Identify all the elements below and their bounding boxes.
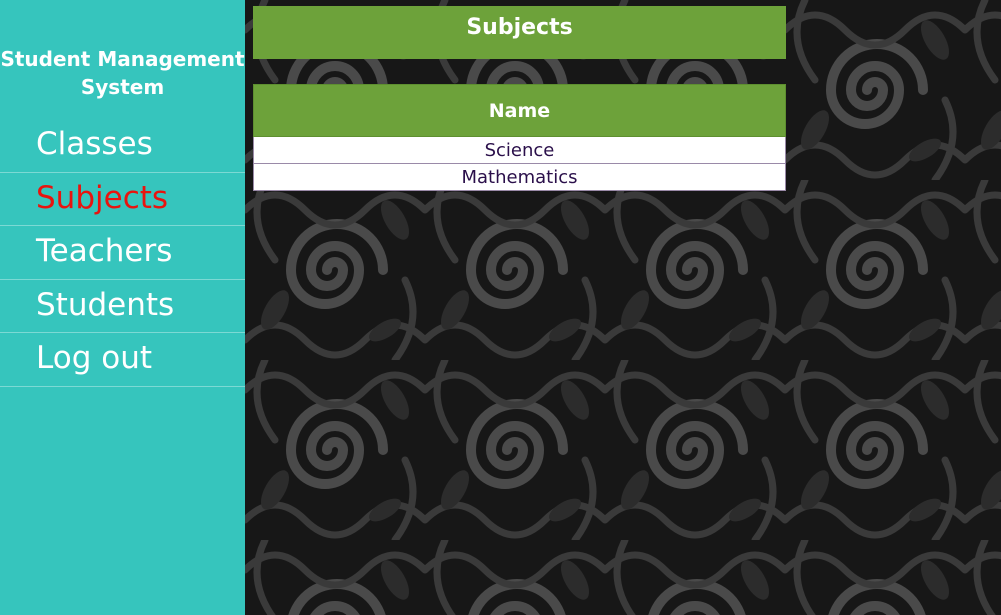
table-cell-name: Science: [253, 136, 786, 164]
column-header-name: Name: [253, 84, 786, 137]
nav-item-subjects[interactable]: Subjects: [0, 173, 245, 226]
nav-item-classes[interactable]: Classes: [0, 119, 245, 173]
sidebar: Student Management System Classes Subjec…: [0, 0, 245, 615]
nav-item-students[interactable]: Students: [0, 280, 245, 333]
table-row: Science: [253, 136, 786, 164]
nav-item-log-out[interactable]: Log out: [0, 333, 245, 387]
nav-item-teachers[interactable]: Teachers: [0, 226, 245, 280]
page-title: Subjects: [253, 6, 786, 59]
nav-menu: Classes Subjects Teachers Students Log o…: [0, 119, 245, 387]
app-title: Student Management System: [0, 47, 245, 99]
table-header-row: Name: [253, 84, 786, 137]
table-row: Mathematics: [253, 163, 786, 191]
main-content: Subjects Name Science Mathematics: [245, 0, 1001, 615]
table-cell-name: Mathematics: [253, 163, 786, 191]
subjects-table: Name Science Mathematics: [253, 84, 786, 191]
